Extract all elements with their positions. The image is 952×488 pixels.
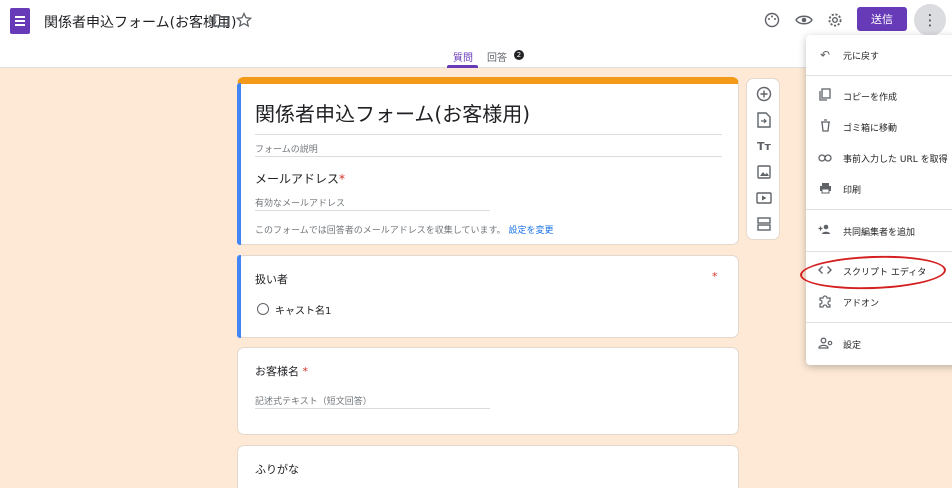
preview-eye-icon[interactable]	[795, 11, 813, 29]
question-title: お客様名 *	[255, 365, 308, 378]
focus-indicator	[237, 255, 241, 338]
send-button[interactable]: 送信	[857, 7, 907, 31]
add-video-icon[interactable]	[754, 188, 774, 208]
undo-icon: ↶	[819, 48, 831, 62]
add-image-icon[interactable]	[754, 162, 774, 182]
more-options-menu: ↶ 元に戻す コピーを作成 ゴミ箱に移動 事前入力した URL を取得 印刷 共…	[806, 35, 952, 365]
focus-indicator	[237, 83, 241, 245]
folder-icon[interactable]	[212, 11, 230, 29]
forms-app-icon[interactable]	[10, 8, 30, 34]
form-title[interactable]: 関係者申込フォーム(お客様用)	[255, 98, 530, 127]
document-title[interactable]: 関係者申込フォーム(お客様用)	[44, 12, 237, 32]
tab-questions[interactable]: 質問	[453, 49, 473, 64]
change-settings-link[interactable]: 設定を変更	[508, 226, 553, 236]
menu-item-make-copy[interactable]: コピーを作成	[806, 83, 952, 109]
option-label: キャスト名1	[275, 306, 332, 317]
question-title: 扱い者	[255, 273, 288, 286]
menu-item-addons[interactable]: アドオン	[806, 289, 952, 315]
add-question-icon[interactable]	[754, 84, 774, 104]
menu-item-undo[interactable]: ↶ 元に戻す	[806, 42, 952, 68]
email-placeholder: 有効なメールアドレス	[255, 199, 346, 209]
question-title: ふりがな	[255, 463, 299, 476]
short-answer-placeholder: 記述式テキスト（短文回答）	[255, 397, 372, 407]
form-header-card[interactable]: 関係者申込フォーム(お客様用) フォームの説明 メールアドレス* 有効なメールア…	[237, 77, 739, 245]
palette-icon[interactable]	[763, 11, 781, 29]
menu-item-preferences[interactable]: 設定	[806, 331, 952, 357]
tab-responses[interactable]: 回答	[487, 49, 507, 64]
question-card-handler[interactable]: 扱い者 * キャスト名1	[237, 255, 739, 338]
import-questions-icon[interactable]	[754, 110, 774, 130]
settings-gear-icon[interactable]	[826, 11, 844, 29]
question-card-furigana[interactable]: ふりがな	[237, 445, 739, 488]
add-collaborator-icon	[817, 224, 833, 238]
star-icon[interactable]	[235, 11, 253, 29]
question-card-customer-name[interactable]: お客様名 * 記述式テキスト（短文回答）	[237, 347, 739, 435]
trash-icon	[817, 119, 833, 135]
email-question-title: メールアドレス*	[255, 172, 346, 186]
preferences-icon	[817, 337, 833, 352]
link-icon	[817, 151, 833, 165]
email-collection-notice: このフォームでは回答者のメールアドレスを収集しています。 設定を変更	[255, 226, 554, 236]
responses-count-badge: 2	[514, 50, 524, 60]
menu-item-add-collaborators[interactable]: 共同編集者を追加	[806, 218, 952, 244]
add-title-icon[interactable]: Tт	[754, 136, 774, 156]
required-mark: *	[712, 270, 718, 283]
form-description-field[interactable]: フォームの説明	[255, 142, 318, 155]
copy-icon	[817, 88, 833, 104]
menu-item-trash[interactable]: ゴミ箱に移動	[806, 114, 952, 140]
menu-item-print[interactable]: 印刷	[806, 176, 952, 202]
radio-option[interactable]	[257, 303, 269, 315]
add-section-icon[interactable]	[754, 214, 774, 234]
more-vert-icon[interactable]: ⋮	[914, 4, 946, 36]
print-icon	[817, 182, 833, 197]
puzzle-icon	[817, 294, 833, 311]
question-toolbar: Tт	[746, 78, 780, 240]
menu-item-prefilled-link[interactable]: 事前入力した URL を取得	[806, 145, 952, 171]
